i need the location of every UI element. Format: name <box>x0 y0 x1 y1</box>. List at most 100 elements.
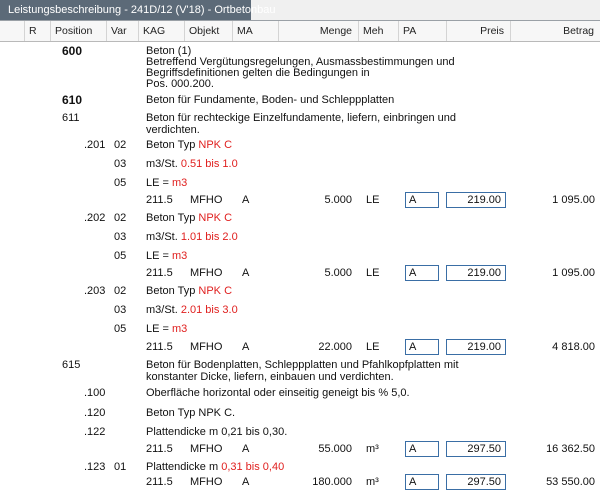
betrag-value: 1 095.00 <box>552 194 595 206</box>
column-header-pa[interactable]: PA <box>398 21 446 41</box>
description-text-part: Plattendicke m <box>146 461 222 473</box>
meh-value: LE <box>366 341 380 353</box>
subposition-number: .122 <box>84 426 106 438</box>
subposition-number: .120 <box>84 407 106 419</box>
ma-value: A <box>242 267 250 279</box>
position-number: 615 <box>62 359 81 371</box>
objekt-value: MFHO <box>190 194 223 206</box>
menge-value: 5.000 <box>324 267 352 279</box>
variant-value-text: NPK C <box>198 212 233 224</box>
column-header-r[interactable]: R <box>24 21 50 41</box>
pa-input[interactable]: A <box>405 474 439 490</box>
variant-number: 02 <box>114 139 127 151</box>
menge-value: 55.000 <box>318 443 352 455</box>
subposition-number: .100 <box>84 387 106 399</box>
column-header-row: R Position Var KAG Objekt MA Menge Meh P… <box>0 21 600 42</box>
pa-input[interactable]: A <box>405 339 439 355</box>
description-text: LE = m3 <box>146 322 187 336</box>
description-text-part: LE = <box>146 177 172 189</box>
variant-value-text: 0,31 bis 0,40 <box>221 461 285 473</box>
kag-value: 211.5 <box>146 267 173 279</box>
ma-value: A <box>242 341 250 353</box>
variant-number: 02 <box>114 212 127 224</box>
objekt-value: MFHO <box>190 341 223 353</box>
preis-input[interactable]: 297.50 <box>446 441 506 457</box>
description-text-part: m3/St. <box>146 304 181 316</box>
preis-input[interactable]: 219.00 <box>446 265 506 281</box>
description-text-part: Beton Typ <box>146 285 199 297</box>
subposition-number: .202 <box>84 212 106 224</box>
variant-number: 02 <box>114 285 127 297</box>
column-header-var[interactable]: Var <box>106 21 138 41</box>
preis-input[interactable]: 219.00 <box>446 339 506 355</box>
column-header-blank[interactable] <box>0 21 24 41</box>
kag-value: 211.5 <box>146 476 173 488</box>
objekt-value: MFHO <box>190 476 223 488</box>
tab-bar: Leistungsbeschreibung - 241D/12 (V'18) -… <box>0 0 600 21</box>
preis-input[interactable]: 297.50 <box>446 474 506 490</box>
subposition-number: .123 <box>84 461 106 473</box>
description-text-part: Beton Typ <box>146 139 199 151</box>
description-text: m3/St. 1.01 bis 2.0 <box>146 230 238 244</box>
kag-value: 211.5 <box>146 194 173 206</box>
description-text: Pos. 000.200. <box>146 77 214 91</box>
description-text-part: Oberfläche horizontal oder einseitig gen… <box>146 387 410 399</box>
column-header-ma[interactable]: MA <box>232 21 278 41</box>
variant-number: 03 <box>114 231 127 243</box>
description-text: Plattendicke m 0,21 bis 0,30. <box>146 425 287 439</box>
tab-title: Leistungsbeschreibung - 241D/12 (V'18) -… <box>8 4 276 16</box>
description-text: Beton Typ NPK C <box>146 138 232 152</box>
objekt-value: MFHO <box>190 267 223 279</box>
description-text: Beton für Fundamente, Boden- und Schlepp… <box>146 93 394 107</box>
description-text-part: Plattendicke m 0,21 bis 0,30. <box>146 426 288 438</box>
column-header-betrag[interactable]: Betrag <box>510 21 600 41</box>
betrag-value: 16 362.50 <box>546 443 595 455</box>
variant-value-text: NPK C <box>198 285 233 297</box>
description-text-part: Beton Typ NPK C. <box>146 407 236 419</box>
position-list: 600 Beton (1) Betreffend Vergütungsregelun… <box>0 42 600 490</box>
description-text-part: LE = <box>146 323 172 335</box>
variant-number: 03 <box>114 304 127 316</box>
column-header-kag[interactable]: KAG <box>138 21 184 41</box>
subposition-number: .203 <box>84 285 106 297</box>
meh-value: m³ <box>366 476 379 488</box>
position-group-number: 600 <box>62 44 83 58</box>
column-header-objekt[interactable]: Objekt <box>184 21 232 41</box>
description-text-part: Pos. 000.200. <box>146 78 214 90</box>
variant-number: 01 <box>114 461 127 473</box>
description-text: konstanter Dicke, liefern, einbauen und … <box>146 370 394 384</box>
tab-leistungsbeschreibung[interactable]: Leistungsbeschreibung - 241D/12 (V'18) -… <box>0 0 276 20</box>
variant-value-text: 1.01 bis 2.0 <box>180 231 238 243</box>
description-text: Beton Typ NPK C. <box>146 406 235 420</box>
description-text-part: m3/St. <box>146 231 181 243</box>
description-text: Beton Typ NPK C <box>146 284 232 298</box>
variant-value-text: 0.51 bis 1.0 <box>180 158 238 170</box>
ma-value: A <box>242 194 250 206</box>
description-text: m3/St. 0.51 bis 1.0 <box>146 157 238 171</box>
betrag-value: 1 095.00 <box>552 267 595 279</box>
description-text-part: m3/St. <box>146 158 181 170</box>
position-group-number: 610 <box>62 93 83 107</box>
pa-input[interactable]: A <box>405 192 439 208</box>
description-text: Beton Typ NPK C <box>146 211 232 225</box>
description-text: LE = m3 <box>146 176 187 190</box>
ma-value: A <box>242 443 250 455</box>
variant-value-text: m3 <box>172 250 188 262</box>
variant-number: 05 <box>114 177 127 189</box>
column-header-preis[interactable]: Preis <box>446 21 510 41</box>
column-header-position[interactable]: Position <box>50 21 106 41</box>
objekt-value: MFHO <box>190 443 223 455</box>
pa-input[interactable]: A <box>405 441 439 457</box>
column-header-menge[interactable]: Menge <box>278 21 358 41</box>
variant-number: 05 <box>114 323 127 335</box>
meh-value: LE <box>366 267 380 279</box>
pa-input[interactable]: A <box>405 265 439 281</box>
description-text-part: LE = <box>146 250 172 262</box>
menge-value: 22.000 <box>318 341 352 353</box>
description-text: LE = m3 <box>146 249 187 263</box>
menge-value: 180.000 <box>312 476 352 488</box>
description-text-part: konstanter Dicke, liefern, einbauen und … <box>146 371 394 383</box>
column-header-meh[interactable]: Meh <box>358 21 398 41</box>
description-text: Plattendicke m 0,31 bis 0,40 <box>146 460 284 474</box>
preis-input[interactable]: 219.00 <box>446 192 506 208</box>
